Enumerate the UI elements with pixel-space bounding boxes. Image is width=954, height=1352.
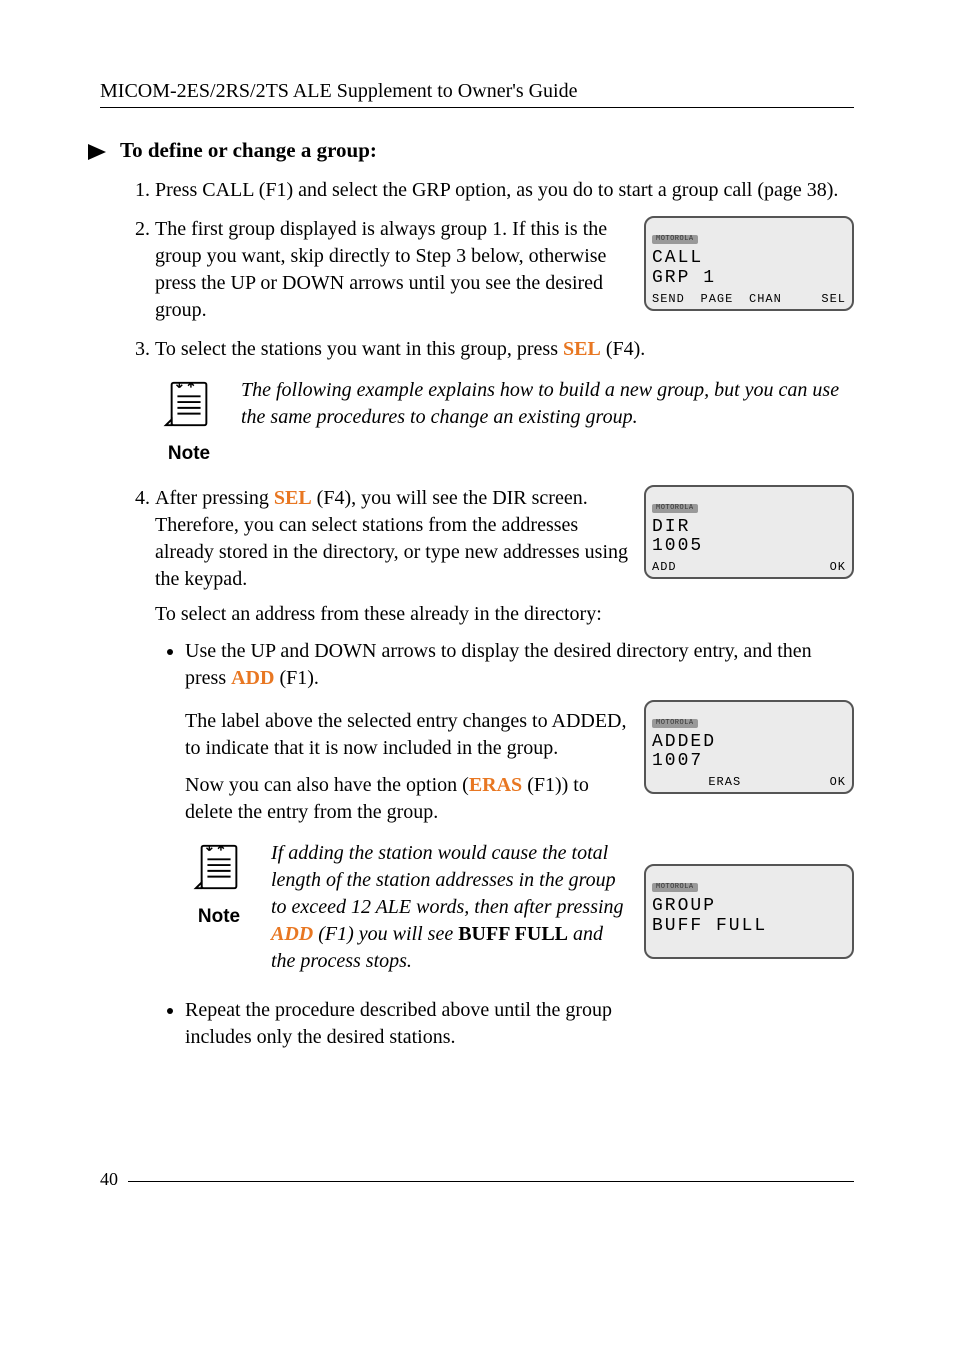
note2-buff: BUFF FULL	[458, 923, 568, 945]
procedure-heading: To define or change a group:	[100, 138, 854, 163]
lcd3-sk-eras: ERAS	[701, 774, 750, 790]
step-1-text: Press CALL (F1) and select the GRP optio…	[155, 179, 838, 201]
step-1: Press CALL (F1) and select the GRP optio…	[155, 177, 854, 204]
bullet-1: Use the UP and DOWN arrows to display th…	[185, 638, 854, 987]
lcd4-sk-1	[652, 938, 701, 954]
lcd1-sk-sel: SEL	[798, 291, 847, 307]
note2-add: ADD	[271, 923, 313, 945]
lcd4-line2: BUFF FULL	[652, 917, 846, 937]
note2-b: (F1) you will see	[313, 923, 458, 945]
lcd1-sk-chan: CHAN	[749, 291, 798, 307]
step-4: After pressing SEL (F4), you will see th…	[155, 485, 854, 1051]
lcd4-sk-4	[798, 938, 847, 954]
lcd-brand: MOTOROLA	[652, 719, 698, 728]
lcd-screen-call-grp: MOTOROLA CALL GRP 1 SEND PAGE CHAN SEL	[644, 216, 854, 311]
lcd2-sk-ok: OK	[798, 559, 847, 575]
bullet1-b: (F1).	[274, 667, 318, 689]
bullet1-add: ADD	[231, 667, 274, 689]
step-3: To select the stations you want in this …	[155, 336, 854, 467]
lcd3-sk-ok: OK	[798, 774, 847, 790]
lcd-screen-buff-full: MOTOROLA GROUP BUFF FULL	[644, 864, 854, 959]
note2-text: If adding the station would cause the to…	[271, 840, 628, 975]
page-footer: 40	[100, 1169, 854, 1190]
lcd-brand: MOTOROLA	[652, 883, 698, 892]
lcd-brand: MOTOROLA	[652, 504, 698, 513]
bullet1-sub1: The label above the selected entry chang…	[185, 708, 628, 762]
lcd2-sk-2	[701, 559, 750, 575]
note-icon	[162, 377, 216, 431]
steps-list: Press CALL (F1) and select the GRP optio…	[155, 177, 854, 1051]
bullet1-sub2-a: Now you can also have the option (	[185, 774, 469, 796]
lcd2-line2: 1005	[652, 537, 846, 557]
note1-text: The following example explains how to bu…	[241, 377, 854, 431]
lcd2-sk-add: ADD	[652, 559, 701, 575]
step-4-bullets: Use the UP and DOWN arrows to display th…	[185, 638, 854, 1051]
note2-a: If adding the station would cause the to…	[271, 842, 624, 918]
step-4-sel: SEL	[274, 487, 312, 509]
bullet-2: Repeat the procedure described above unt…	[185, 997, 854, 1051]
lcd3-sk-1	[652, 774, 701, 790]
footer-rule	[128, 1181, 854, 1182]
step-3-sel: SEL	[563, 338, 601, 360]
lcd-brand: MOTOROLA	[652, 235, 698, 244]
lcd1-sk-page: PAGE	[701, 291, 750, 307]
running-header: MICOM-2ES/2RS/2TS ALE Supplement to Owne…	[100, 80, 854, 108]
step-3-text-a: To select the stations you want in this …	[155, 338, 563, 360]
lcd2-sk-3	[749, 559, 798, 575]
lcd3-line1: ADDED	[652, 733, 846, 753]
bullet1-eras: ERAS	[469, 774, 522, 796]
lcd4-sk-3	[749, 938, 798, 954]
step-2-text: The first group displayed is always grou…	[155, 216, 628, 324]
procedure-heading-text: To define or change a group:	[120, 138, 377, 162]
page-container: MICOM-2ES/2RS/2TS ALE Supplement to Owne…	[0, 0, 954, 1230]
lcd3-sk-3	[749, 774, 798, 790]
lcd-screen-added: MOTOROLA ADDED 1007 ERAS OK	[644, 700, 854, 795]
step-4-para2: To select an address from these already …	[155, 601, 854, 628]
note2-label: Note	[185, 904, 253, 930]
lcd1-line1: CALL	[652, 249, 846, 269]
lcd1-sk-send: SEND	[652, 291, 701, 307]
bullet2-text: Repeat the procedure described above unt…	[185, 997, 615, 1051]
note1-label: Note	[155, 441, 223, 467]
note-icon	[192, 840, 246, 894]
step-4-text-a: After pressing	[155, 487, 274, 509]
step-2: The first group displayed is always grou…	[155, 216, 854, 324]
lcd1-line2: GRP 1	[652, 269, 846, 289]
lcd3-line2: 1007	[652, 752, 846, 772]
lcd-screen-dir: MOTOROLA DIR 1005 ADD OK	[644, 485, 854, 580]
lcd4-line1: GROUP	[652, 897, 846, 917]
page-number: 40	[100, 1169, 118, 1190]
step-3-text-b: (F4).	[601, 338, 645, 360]
lcd2-line1: DIR	[652, 518, 846, 538]
arrow-right-icon	[88, 141, 110, 166]
lcd4-sk-2	[701, 938, 750, 954]
